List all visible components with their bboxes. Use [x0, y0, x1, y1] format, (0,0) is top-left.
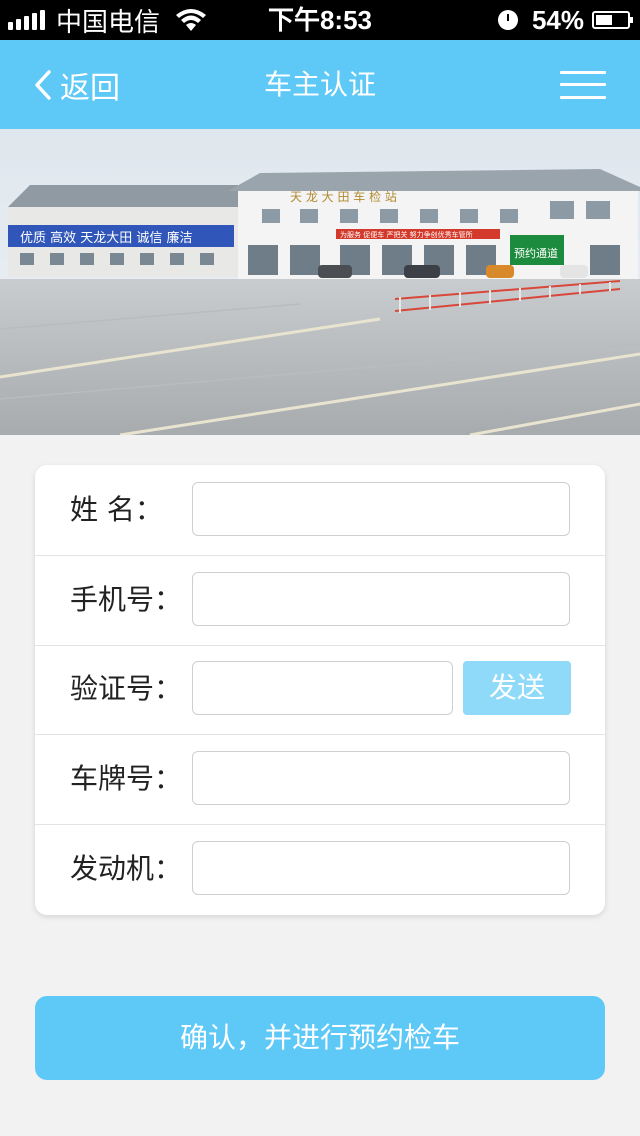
- verification-code-input[interactable]: [192, 661, 453, 715]
- status-right: 54%: [497, 0, 633, 40]
- battery-tip: [630, 17, 633, 23]
- banner-image: 优质 高效 天龙大田 诚信 廉洁 天 龙 大 田 车 检 站 为服务 促便车 严…: [0, 129, 640, 435]
- engine-row: 发动机：: [35, 824, 605, 914]
- engine-input[interactable]: [192, 841, 570, 895]
- phone-row: 手机号：: [35, 555, 605, 646]
- plate-row: 车牌号：: [35, 734, 605, 825]
- clock-icon: [497, 10, 518, 30]
- battery-fill: [596, 15, 612, 25]
- banner-sign-left: 优质 高效 天龙大田 诚信 廉洁: [20, 230, 193, 246]
- name-label: 姓 名：: [70, 493, 163, 526]
- inspection-station-photo: 优质 高效 天龙大田 诚信 廉洁 天 龙 大 田 车 检 站 为服务 促便车 严…: [0, 129, 640, 435]
- chevron-left-icon: [35, 69, 51, 100]
- name-input[interactable]: [192, 482, 570, 536]
- plate-input[interactable]: [192, 751, 570, 805]
- phone-input[interactable]: [192, 572, 570, 626]
- banner-sign-red: 为服务 促便车 严把关 努力争创优秀车管所: [340, 230, 473, 239]
- status-bar: 中国电信 下午8:53 54%: [0, 0, 640, 40]
- banner-roof-text: 天 龙 大 田 车 检 站: [290, 189, 397, 204]
- battery-icon: [592, 11, 633, 29]
- back-button[interactable]: 返回: [32, 40, 120, 129]
- back-label: 返回: [60, 70, 120, 106]
- battery-percent: 54%: [531, 4, 584, 35]
- phone-label: 手机号：: [70, 583, 183, 616]
- send-code-button[interactable]: 发送: [463, 661, 571, 715]
- engine-label: 发动机：: [70, 852, 183, 885]
- verification-form: 姓 名： 手机号： 验证号： 发送 车牌号： 发动机：: [35, 465, 605, 915]
- name-row: 姓 名：: [35, 465, 605, 556]
- banner-sign-green: 预约通道: [514, 246, 558, 260]
- plate-label: 车牌号：: [70, 762, 183, 795]
- nav-bar: 返回 车主认证: [0, 40, 640, 129]
- hamburger-menu-icon[interactable]: [560, 71, 606, 99]
- code-label: 验证号：: [70, 672, 183, 705]
- confirm-button[interactable]: 确认，并进行预约检车: [35, 996, 605, 1080]
